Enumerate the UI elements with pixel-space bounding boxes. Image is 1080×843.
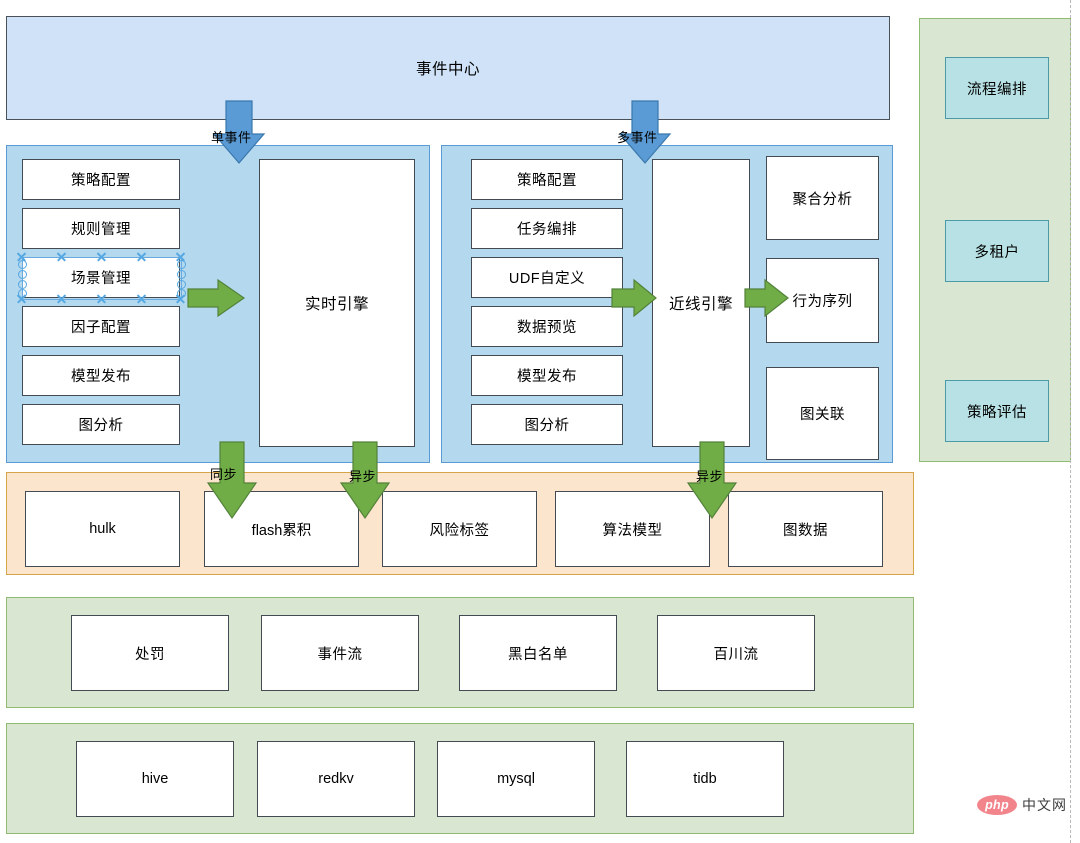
php-logo-icon: php bbox=[977, 795, 1017, 815]
page-boundary-line bbox=[1070, 0, 1071, 843]
storage-item-label: 图数据 bbox=[783, 522, 828, 539]
service-item-label: 百川流 bbox=[713, 646, 759, 663]
storage-item-risk-tag[interactable]: 风险标签 bbox=[382, 491, 537, 567]
service-item-label: 处罚 bbox=[135, 646, 165, 663]
nearline-engine-label: 近线引擎 bbox=[668, 296, 733, 313]
nearline-output-aggregate-analysis[interactable]: 聚合分析 bbox=[766, 156, 879, 240]
datasource-item-label: tidb bbox=[693, 771, 717, 787]
watermark: php 中文网 bbox=[977, 795, 1067, 815]
nearline-output-graph-relation[interactable]: 图关联 bbox=[766, 367, 879, 460]
arrow-caption-text: 异步 bbox=[349, 469, 377, 484]
service-item-event-stream[interactable]: 事件流 bbox=[261, 615, 419, 691]
datasource-item-label: hive bbox=[141, 771, 169, 787]
diagram-canvas: 事件中心 策略配置 规则管理 场景管理 因子配置 模型发布 图分析 实时引擎 策… bbox=[0, 0, 1080, 843]
realtime-feature-model-publish[interactable]: 模型发布 bbox=[22, 355, 180, 396]
nearline-engine-box[interactable]: 近线引擎 bbox=[652, 159, 750, 447]
service-item-baichuan-stream[interactable]: 百川流 bbox=[657, 615, 815, 691]
nearline-feature-model-publish[interactable]: 模型发布 bbox=[471, 355, 623, 396]
service-item-label: 事件流 bbox=[317, 646, 363, 663]
nearline-feature-label: 数据预览 bbox=[517, 320, 577, 336]
arrow-caption-text: 异步 bbox=[696, 469, 724, 484]
sidebar-item-multi-tenant[interactable]: 多租户 bbox=[945, 220, 1049, 282]
realtime-feature-factor-config[interactable]: 因子配置 bbox=[22, 306, 180, 347]
watermark-suffix-label: 中文网 bbox=[1022, 797, 1067, 813]
datasource-item-mysql[interactable]: mysql bbox=[437, 741, 595, 817]
storage-item-label: hulk bbox=[89, 521, 116, 537]
nearline-feature-policy-config[interactable]: 策略配置 bbox=[471, 159, 623, 200]
service-item-punishment[interactable]: 处罚 bbox=[71, 615, 229, 691]
realtime-feature-policy-config[interactable]: 策略配置 bbox=[22, 159, 180, 200]
datasource-item-hive[interactable]: hive bbox=[76, 741, 234, 817]
sidebar-item-policy-evaluation[interactable]: 策略评估 bbox=[945, 380, 1049, 442]
sidebar-item-process-orchestration[interactable]: 流程编排 bbox=[945, 57, 1049, 119]
realtime-feature-rule-management[interactable]: 规则管理 bbox=[22, 208, 180, 249]
storage-item-label: 风险标签 bbox=[429, 522, 490, 539]
nearline-feature-label: 任务编排 bbox=[517, 222, 577, 238]
arrow-caption-text: 同步 bbox=[210, 467, 238, 482]
storage-item-hulk[interactable]: hulk bbox=[25, 491, 180, 567]
storage-item-label: flash累积 bbox=[251, 522, 312, 539]
nearline-feature-label: UDF自定义 bbox=[508, 271, 586, 287]
service-item-label: 黑白名单 bbox=[508, 646, 568, 663]
realtime-feature-label: 规则管理 bbox=[71, 222, 131, 238]
realtime-engine-label: 实时引擎 bbox=[304, 296, 369, 313]
service-item-black-white-list[interactable]: 黑白名单 bbox=[459, 615, 617, 691]
arrow-label-multi-event: 多事件 bbox=[617, 127, 658, 146]
arrow-label-async-right: 异步 bbox=[696, 466, 723, 485]
nearline-feature-label: 模型发布 bbox=[517, 369, 577, 385]
nearline-output-label: 行为序列 bbox=[792, 294, 853, 310]
arrow-label-sync: 同步 bbox=[210, 464, 237, 483]
sidebar-item-label: 多租户 bbox=[974, 244, 1020, 261]
datasource-item-tidb[interactable]: tidb bbox=[626, 741, 784, 817]
nearline-feature-graph-analysis[interactable]: 图分析 bbox=[471, 404, 623, 445]
nearline-output-behavior-sequence[interactable]: 行为序列 bbox=[766, 258, 879, 343]
arrow-caption-text: 单事件 bbox=[211, 130, 252, 145]
realtime-feature-graph-analysis[interactable]: 图分析 bbox=[22, 404, 180, 445]
sidebar-item-label: 策略评估 bbox=[967, 404, 1027, 421]
event-center-box[interactable]: 事件中心 bbox=[6, 16, 890, 120]
storage-item-label: 算法模型 bbox=[602, 522, 663, 539]
datasource-item-redkv[interactable]: redkv bbox=[257, 741, 415, 817]
storage-item-flash-accumulation[interactable]: flash累积 bbox=[204, 491, 359, 567]
nearline-output-label: 图关联 bbox=[800, 407, 845, 423]
nearline-feature-task-orchestration[interactable]: 任务编排 bbox=[471, 208, 623, 249]
realtime-engine-box[interactable]: 实时引擎 bbox=[259, 159, 415, 447]
event-center-label: 事件中心 bbox=[415, 61, 480, 78]
nearline-feature-data-preview[interactable]: 数据预览 bbox=[471, 306, 623, 347]
storage-item-graph-data[interactable]: 图数据 bbox=[728, 491, 883, 567]
nearline-feature-udf-custom[interactable]: UDF自定义 bbox=[471, 257, 623, 298]
realtime-feature-label: 图分析 bbox=[78, 418, 124, 434]
realtime-feature-label: 场景管理 bbox=[71, 271, 131, 287]
arrow-caption-text: 多事件 bbox=[617, 130, 658, 145]
realtime-feature-label: 策略配置 bbox=[71, 173, 131, 189]
nearline-feature-label: 策略配置 bbox=[517, 173, 577, 189]
realtime-feature-label: 因子配置 bbox=[71, 320, 131, 336]
nearline-output-label: 聚合分析 bbox=[792, 191, 853, 208]
storage-item-algorithm-model[interactable]: 算法模型 bbox=[555, 491, 710, 567]
datasource-item-label: redkv bbox=[318, 771, 354, 787]
datasource-item-label: mysql bbox=[497, 771, 535, 787]
sidebar-item-label: 流程编排 bbox=[967, 81, 1027, 98]
nearline-feature-label: 图分析 bbox=[524, 418, 570, 434]
realtime-feature-label: 模型发布 bbox=[71, 369, 131, 385]
arrow-label-async-left: 异步 bbox=[349, 466, 376, 485]
arrow-label-single-event: 单事件 bbox=[211, 127, 252, 146]
realtime-feature-scene-management[interactable]: 场景管理 bbox=[22, 257, 180, 298]
